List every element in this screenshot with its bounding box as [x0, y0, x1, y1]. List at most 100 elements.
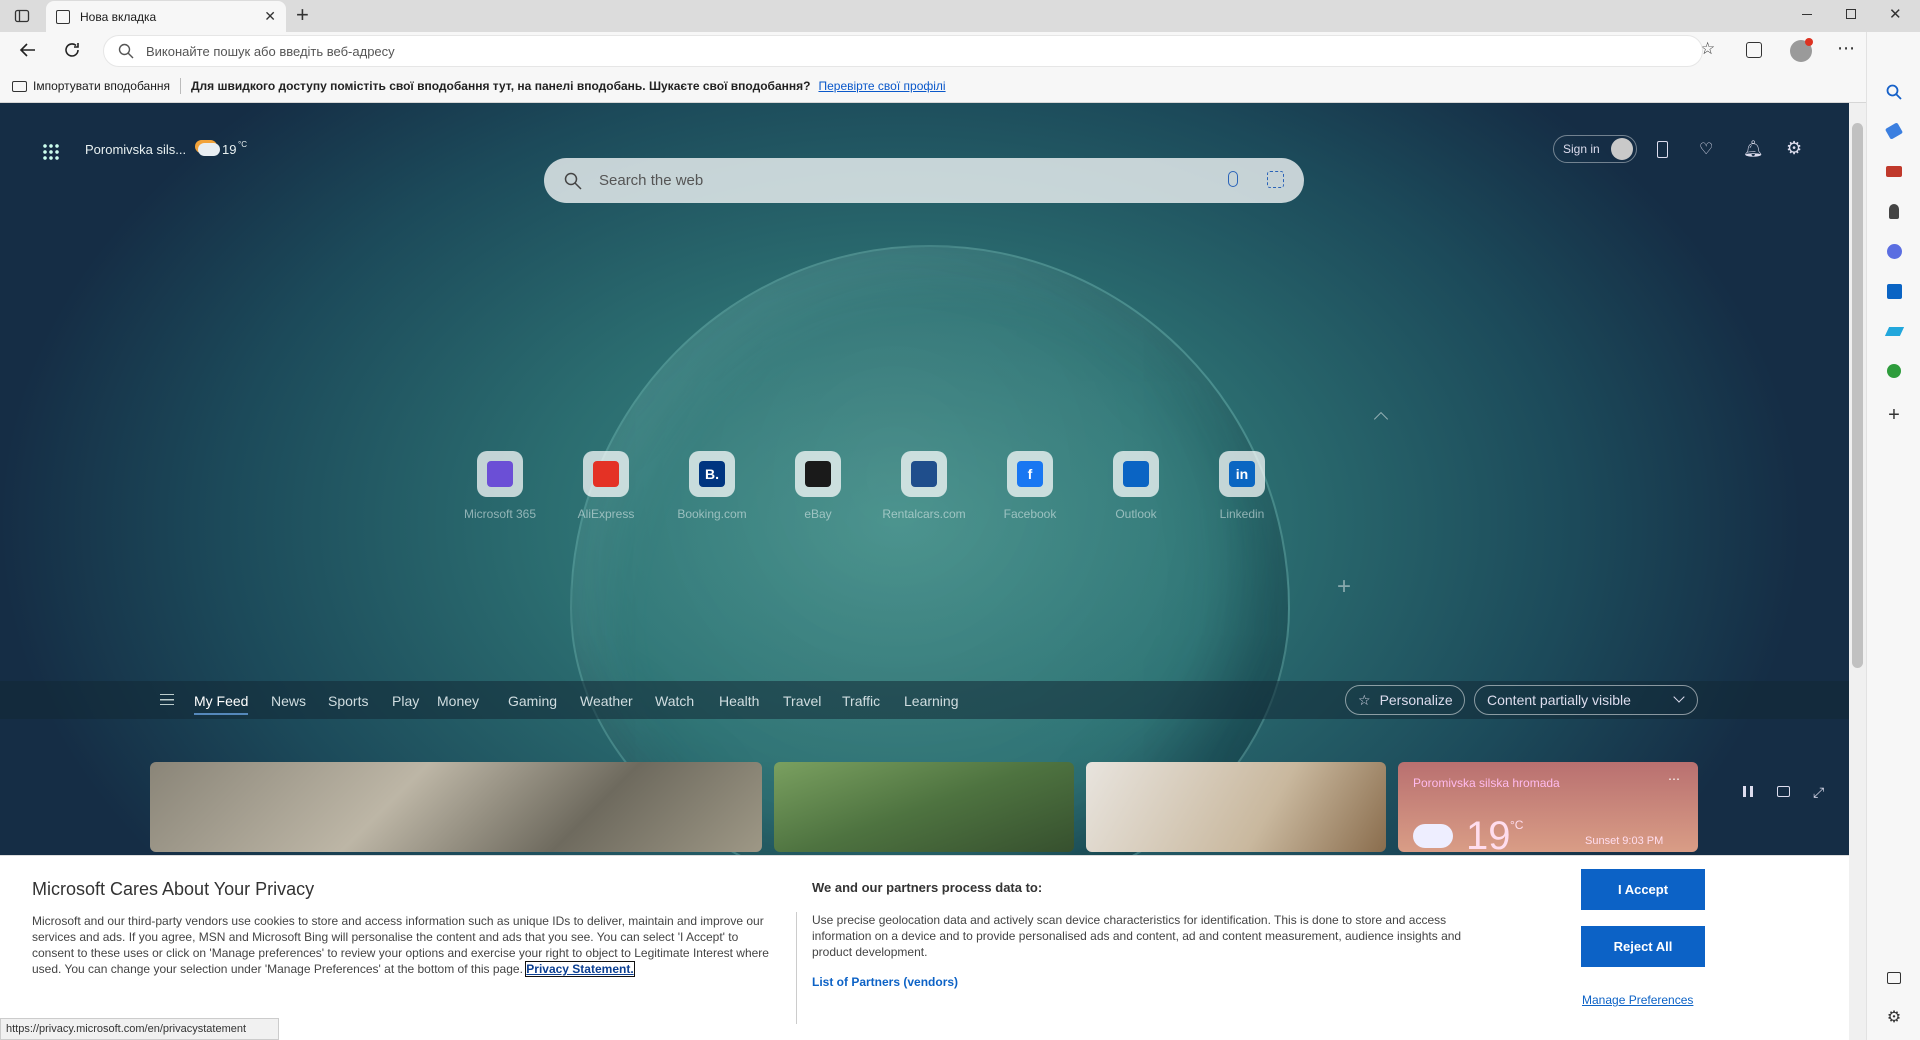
location-label[interactable]: Poromivska sils...: [85, 142, 186, 157]
search-icon: [564, 172, 582, 190]
weather-card-more-icon[interactable]: ⋯: [1668, 772, 1680, 786]
feed-tab[interactable]: Play: [392, 693, 419, 709]
ebay-icon-glyph: [805, 461, 831, 487]
linkedin-icon-glyph: in: [1229, 461, 1255, 487]
personalize-label: Personalize: [1379, 692, 1453, 708]
feed-tab[interactable]: Traffic: [842, 693, 880, 709]
outlook-icon: [1113, 451, 1159, 497]
feed-tab[interactable]: Watch: [655, 693, 694, 709]
page-settings-icon[interactable]: ⚙: [1786, 138, 1802, 159]
games-icon[interactable]: [1883, 200, 1905, 222]
visual-search-icon[interactable]: [1267, 171, 1284, 188]
facebook-icon: f: [1007, 451, 1053, 497]
pause-background-icon[interactable]: [1743, 786, 1753, 797]
tab-title: Нова вкладка: [80, 9, 157, 24]
quick-link-tile[interactable]: eBay: [768, 451, 868, 521]
feed-tab[interactable]: Travel: [783, 693, 821, 709]
sidebar-toggle-icon[interactable]: [1883, 967, 1905, 989]
outlook-icon[interactable]: [1883, 280, 1905, 302]
add-app-icon[interactable]: +: [1883, 404, 1905, 426]
settings-icon[interactable]: ⚙: [1883, 1006, 1905, 1028]
quick-link-label: Microsoft 365: [463, 507, 537, 521]
sign-in-button[interactable]: Sign in: [1553, 135, 1637, 163]
new-tab-button[interactable]: +: [296, 4, 309, 26]
edit-background-icon[interactable]: [1777, 786, 1790, 797]
quick-link-tile[interactable]: f Facebook: [980, 451, 1080, 521]
consent-body-text: Microsoft and our third-party vendors us…: [32, 914, 769, 976]
scrollbar-thumb[interactable]: [1852, 123, 1863, 668]
news-card-1[interactable]: [150, 762, 762, 852]
manage-preferences-link[interactable]: Manage Preferences: [1582, 993, 1693, 1007]
fullscreen-icon[interactable]: ⤢: [1813, 784, 1824, 801]
check-profiles-link[interactable]: Перевірте свої профілі: [818, 79, 945, 93]
feed-tab[interactable]: News: [271, 693, 306, 709]
search-icon: [118, 43, 134, 59]
microphone-icon[interactable]: [1228, 171, 1238, 187]
mobile-icon[interactable]: [1657, 141, 1668, 158]
feed-tab[interactable]: Health: [719, 693, 759, 709]
web-search-box[interactable]: Search the web: [544, 158, 1304, 203]
accept-button[interactable]: I Accept: [1581, 869, 1705, 910]
privacy-statement-link[interactable]: Privacy Statement.: [525, 961, 635, 977]
tab-new-tab[interactable]: Нова вкладка ✕: [46, 1, 286, 32]
minimize-icon[interactable]: [1802, 14, 1812, 15]
linkedin-icon: in: [1219, 451, 1265, 497]
quick-link-tile[interactable]: Outlook: [1086, 451, 1186, 521]
tab-page-icon: [56, 9, 70, 24]
weather-card-location: Poromivska silska hromada: [1413, 776, 1560, 790]
rewards-icon[interactable]: ♡: [1699, 139, 1713, 159]
personalize-button[interactable]: ☆ Personalize: [1345, 685, 1465, 715]
quick-link-tile[interactable]: B. Booking.com: [662, 451, 762, 521]
weather-card[interactable]: Poromivska silska hromada ⋯ 19 °C Sunset…: [1398, 762, 1698, 852]
quick-link-tile[interactable]: Rentalcars.com: [874, 451, 974, 521]
page-scrollbar[interactable]: [1849, 103, 1866, 1040]
aliexpress-icon: [583, 451, 629, 497]
back-icon[interactable]: [18, 40, 38, 60]
quick-link-label: Linkedin: [1219, 507, 1265, 521]
content-visibility-select[interactable]: Content partially visible: [1474, 685, 1698, 715]
partners-title: We and our partners process data to:: [812, 880, 1043, 895]
quick-link-tile[interactable]: Microsoft 365: [450, 451, 550, 521]
consent-body: Microsoft and our third-party vendors us…: [32, 913, 782, 977]
add-quick-link-button[interactable]: +: [1337, 573, 1351, 601]
feed-tab[interactable]: Sports: [328, 693, 368, 709]
more-icon[interactable]: ⋯: [1837, 38, 1855, 59]
partners-link[interactable]: List of Partners (vendors): [812, 975, 958, 989]
feed-tab[interactable]: Weather: [580, 693, 633, 709]
close-tab-icon[interactable]: ✕: [264, 8, 276, 25]
news-card-3[interactable]: [1086, 762, 1386, 852]
quick-link-label: Rentalcars.com: [882, 507, 966, 521]
tree-icon[interactable]: [1883, 360, 1905, 382]
feed-tab[interactable]: Learning: [904, 693, 959, 709]
collections-icon[interactable]: [1746, 42, 1762, 58]
rentalcars-icon-glyph: [911, 461, 937, 487]
collapse-chevron-icon[interactable]: [1373, 411, 1389, 427]
outlook-icon-glyph: [1123, 461, 1149, 487]
quick-link-label: Facebook: [1003, 507, 1057, 521]
shopping-icon[interactable]: [1883, 120, 1905, 142]
tab-actions-icon[interactable]: [14, 8, 30, 24]
consent-divider: [796, 912, 797, 1024]
import-favorites-button[interactable]: Імпортувати вподобання: [12, 79, 170, 93]
news-card-2[interactable]: [774, 762, 1074, 852]
feed-navigation: My Feed News Sports Play Money Gaming Weather W…: [0, 681, 1849, 719]
search-icon[interactable]: [1883, 81, 1905, 103]
close-window-icon[interactable]: ✕: [1889, 5, 1902, 23]
notifications-icon[interactable]: 🔔︎: [1743, 139, 1763, 159]
quick-link-tile[interactable]: in Linkedin: [1192, 451, 1292, 521]
address-bar[interactable]: Виконайте пошук або введіть веб-адресу: [103, 35, 1703, 67]
feed-menu-icon[interactable]: [160, 694, 174, 705]
favbar-message: Для швидкого доступу помістіть свої впод…: [190, 79, 811, 93]
restore-icon[interactable]: [1846, 9, 1856, 19]
feed-tab[interactable]: My Feed: [194, 693, 249, 715]
address-placeholder: Виконайте пошук або введіть веб-адресу: [146, 43, 395, 59]
quick-link-tile[interactable]: AliExpress: [556, 451, 656, 521]
refresh-icon[interactable]: [62, 40, 82, 60]
feed-tab[interactable]: Gaming: [508, 693, 557, 709]
feed-tab[interactable]: Money: [437, 693, 479, 709]
tools-icon[interactable]: [1883, 160, 1905, 182]
telegram-icon[interactable]: [1883, 320, 1905, 342]
reject-all-button[interactable]: Reject All: [1581, 926, 1705, 967]
microsoft365-icon[interactable]: [1883, 240, 1905, 262]
apps-grid-icon[interactable]: [42, 143, 60, 161]
